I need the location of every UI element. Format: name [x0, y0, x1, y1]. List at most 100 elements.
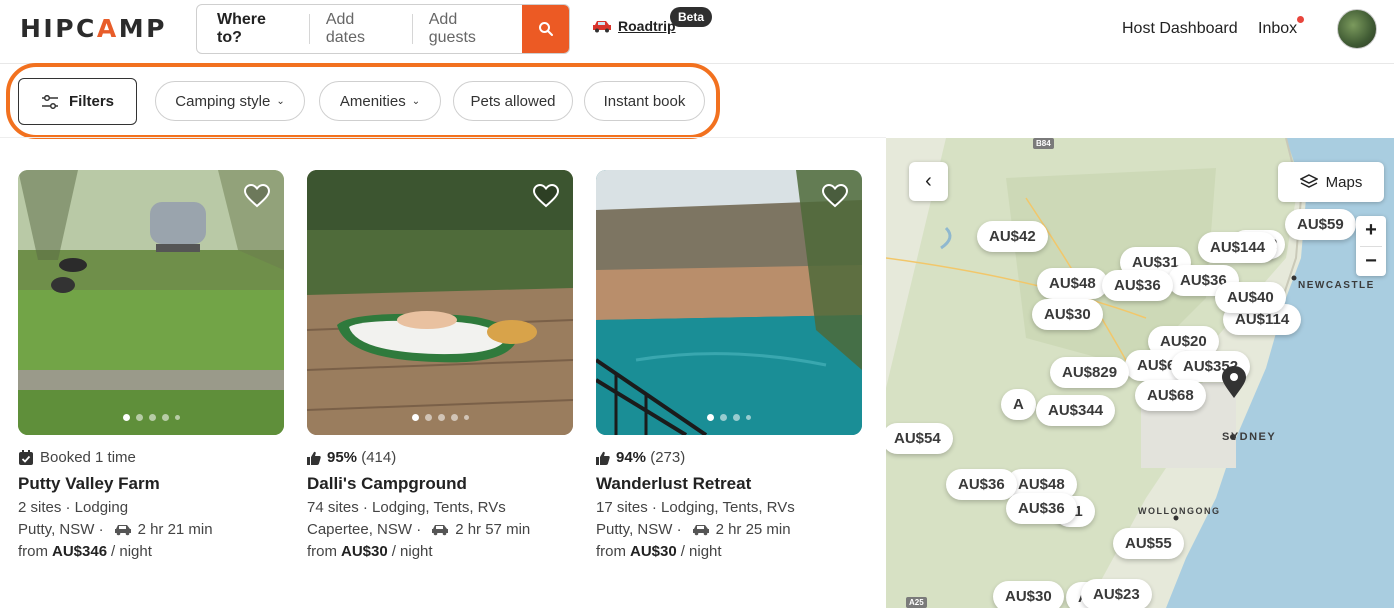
- listing-price: from AU$30/ night: [596, 543, 862, 560]
- map-layers-button[interactable]: Maps: [1278, 162, 1384, 202]
- search-icon: [538, 22, 553, 36]
- carousel-dots[interactable]: [307, 414, 573, 421]
- collapse-map-button[interactable]: ‹: [909, 162, 948, 201]
- map-price-pin[interactable]: AU$144: [1198, 232, 1278, 263]
- map-price-pin[interactable]: AU$344: [1036, 395, 1116, 426]
- dates-field[interactable]: Add dates: [310, 5, 412, 53]
- deck-bath-photo-illustration: [307, 170, 573, 435]
- rating-percent: 95%: [327, 449, 358, 466]
- filters-button[interactable]: Filters: [18, 78, 137, 125]
- booked-text: Booked 1 time: [40, 449, 136, 466]
- thumbs-up-icon: [307, 451, 321, 465]
- camping-style-label: Camping style: [175, 92, 271, 110]
- divider: [0, 137, 886, 138]
- drive-time: 2 hr 25 min: [715, 521, 791, 538]
- map-price-pin[interactable]: AU$30: [1032, 299, 1103, 330]
- city-label: NEWCASTLE: [1298, 280, 1375, 291]
- heart-icon[interactable]: [533, 184, 559, 208]
- city-label: WOLLONGONG: [1138, 506, 1221, 516]
- price-from: from: [307, 543, 337, 560]
- map-price-pin[interactable]: AU$68: [1135, 380, 1206, 411]
- car-icon: [692, 524, 709, 535]
- map-price-pin[interactable]: AU$42: [977, 221, 1048, 252]
- listing-photo[interactable]: [307, 170, 573, 435]
- hipcamp-logo[interactable]: HIPCAMP: [20, 14, 167, 43]
- review-count: (414): [361, 449, 397, 466]
- carousel-dots[interactable]: [18, 414, 284, 421]
- map-price-pin[interactable]: AU$30: [993, 581, 1064, 608]
- pets-allowed-filter[interactable]: Pets allowed: [453, 81, 573, 121]
- zoom-controls: + −: [1356, 216, 1386, 276]
- zoom-out-button[interactable]: −: [1365, 247, 1377, 277]
- price-value: AU$30: [630, 543, 677, 560]
- listing-card[interactable]: 95% (414) Dalli's Campground 74 sites · …: [307, 170, 573, 560]
- maps-label: Maps: [1325, 173, 1363, 191]
- listing-card[interactable]: Booked 1 time Putty Valley Farm 2 sites …: [18, 170, 284, 560]
- price-per: / night: [680, 543, 722, 560]
- instant-book-filter[interactable]: Instant book: [584, 81, 705, 121]
- amenities-label: Amenities: [339, 92, 406, 110]
- car-icon: [114, 524, 131, 535]
- listing-title[interactable]: Putty Valley Farm: [18, 474, 284, 494]
- map-price-pin[interactable]: AU$48: [1037, 268, 1108, 299]
- listing-sites: 2 sites · Lodging: [18, 499, 129, 516]
- price-value: AU$30: [341, 543, 388, 560]
- map-price-pin[interactable]: A: [1001, 389, 1036, 420]
- listing-photo[interactable]: [18, 170, 284, 435]
- drive-time: 2 hr 21 min: [137, 521, 213, 538]
- map-price-pin[interactable]: AU$54: [886, 423, 953, 454]
- rating: 95% (414): [307, 449, 573, 466]
- map-price-pin[interactable]: AU$23: [1081, 579, 1152, 608]
- host-dashboard-link[interactable]: Host Dashboard: [1122, 20, 1238, 38]
- layers-icon: [1299, 174, 1318, 188]
- listing-title[interactable]: Dalli's Campground: [307, 474, 573, 494]
- thumbs-up-icon: [596, 451, 610, 465]
- map-price-pin[interactable]: AU$36: [1006, 493, 1077, 524]
- map-price-pin[interactable]: AU$829: [1050, 357, 1130, 388]
- price-from: from: [18, 543, 48, 560]
- car-icon: [432, 524, 449, 535]
- carousel-dots[interactable]: [596, 414, 862, 421]
- map-price-pin[interactable]: AU$36: [946, 469, 1017, 500]
- price-value: AU$346: [52, 543, 108, 560]
- listing-price: from AU$30/ night: [307, 543, 573, 560]
- listing-card[interactable]: 94% (273) Wanderlust Retreat 17 sites · …: [596, 170, 862, 560]
- map-price-pin[interactable]: AU$40: [1215, 282, 1286, 313]
- guests-field[interactable]: Add guests: [413, 5, 523, 53]
- heart-icon[interactable]: [822, 184, 848, 208]
- map-price-pin[interactable]: AU$36: [1102, 270, 1173, 301]
- listing-title[interactable]: Wanderlust Retreat: [596, 474, 862, 494]
- listing-sites: 74 sites · Lodging, Tents, RVs: [307, 499, 506, 516]
- avatar[interactable]: [1337, 9, 1377, 49]
- road-shield: B84: [1033, 138, 1054, 149]
- zoom-in-button[interactable]: +: [1365, 216, 1377, 246]
- chevron-down-icon: ⌄: [276, 95, 285, 107]
- camping-style-dropdown[interactable]: Camping style ⌄: [155, 81, 305, 121]
- search-button[interactable]: [522, 5, 569, 53]
- beta-badge: Beta: [670, 7, 713, 27]
- lake-photo-illustration: [596, 170, 862, 435]
- chevron-down-icon: ⌄: [411, 95, 421, 107]
- map-price-pin[interactable]: AU$59: [1285, 209, 1356, 240]
- rating: 94% (273): [596, 449, 862, 466]
- location-pin-icon[interactable]: [1220, 365, 1248, 399]
- heart-icon[interactable]: [244, 184, 270, 208]
- map[interactable]: B84 A25 NEWCASTLE SYDNEY WOLLONGONG AU$2…: [886, 138, 1394, 608]
- header: HIPCAMP Where to? Add dates Add guests R…: [0, 0, 1394, 64]
- calendar-check-icon: [19, 449, 33, 465]
- listing-price: from AU$346/ night: [18, 543, 284, 560]
- listing-photo[interactable]: [596, 170, 862, 435]
- roadtrip-link[interactable]: Roadtrip: [592, 18, 676, 34]
- amenities-dropdown[interactable]: Amenities ⌄: [319, 81, 441, 121]
- filters-label: Filters: [68, 93, 114, 110]
- map-price-pin[interactable]: AU$55: [1113, 528, 1184, 559]
- notification-dot: [1297, 16, 1304, 23]
- where-field[interactable]: Where to?: [197, 5, 309, 53]
- listing-location: Putty, NSW · 2 hr 25 min: [596, 521, 862, 538]
- location-text: Putty, NSW ·: [18, 521, 104, 538]
- price-per: / night: [111, 543, 152, 560]
- price-from: from: [596, 543, 626, 560]
- inbox-link[interactable]: Inbox: [1258, 20, 1297, 38]
- listing-sites: 17 sites · Lodging, Tents, RVs: [596, 499, 795, 516]
- sliders-icon: [41, 94, 58, 109]
